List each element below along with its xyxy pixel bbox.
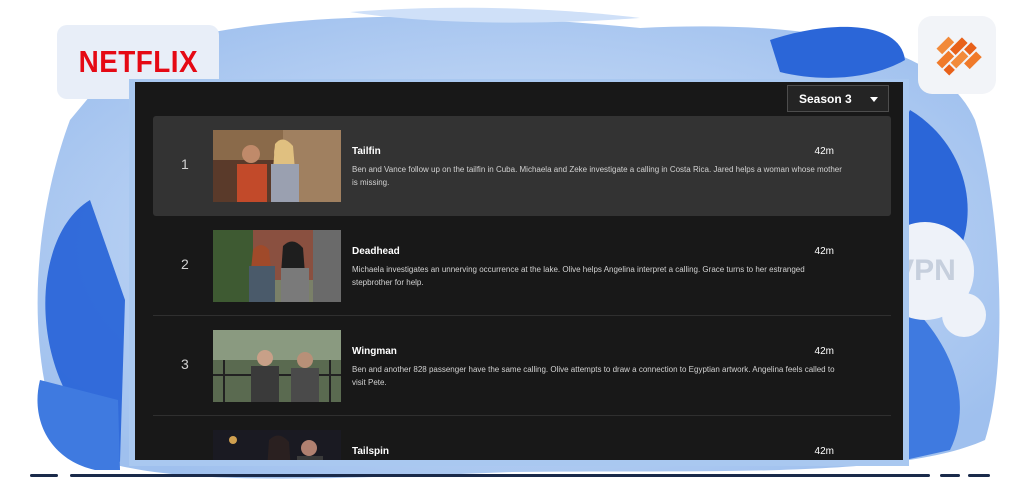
episode-row[interactable]: 1 Tailfin 42m Ben and Vance follow up on… [153, 116, 891, 216]
episode-row[interactable]: 2 Deadhead 42m Michaela investigates an … [153, 216, 891, 316]
episode-title: Tailspin [352, 446, 390, 457]
orange-tiles-icon [936, 36, 982, 76]
decor-line [70, 474, 930, 477]
netflix-logo: NETFLIX [78, 44, 198, 79]
brand-badge [918, 16, 996, 94]
episode-thumbnail[interactable] [213, 130, 341, 202]
episode-title: Deadhead [352, 246, 400, 257]
episode-title: Tailfin [352, 146, 381, 157]
episode-duration: 42m [814, 146, 834, 157]
episode-row[interactable]: 3 Wingman 42m Ben and another 828 passen… [153, 316, 891, 416]
episode-title: Wingman [352, 346, 397, 357]
episode-number: 3 [181, 356, 189, 372]
decor-line [968, 474, 990, 477]
episode-number: 2 [181, 256, 189, 272]
episode-description: Ben and another 828 passenger have the s… [352, 365, 835, 387]
episode-duration: 42m [814, 446, 834, 457]
episode-thumbnail[interactable] [213, 230, 341, 302]
episode-description: Ben and Vance follow up on the tailfin i… [352, 165, 842, 187]
episode-number: 1 [181, 156, 189, 172]
chevron-down-icon [870, 97, 878, 102]
episode-row[interactable]: 4 Tailspin 42m [153, 416, 891, 460]
episode-description: Michaela investigates an unnerving occur… [352, 265, 805, 287]
season-dropdown-label: Season 3 [799, 91, 852, 106]
episode-duration: 42m [814, 246, 834, 257]
episode-thumbnail[interactable] [213, 430, 341, 460]
vpn-decor-circle [942, 293, 986, 337]
episode-thumbnail[interactable] [213, 330, 341, 402]
season-dropdown[interactable]: Season 3 [787, 85, 889, 112]
decor-line [30, 474, 58, 477]
episode-list-panel: Season 3 1 Tailfin 42m Ben and Vance fol… [129, 79, 909, 466]
episode-duration: 42m [814, 346, 834, 357]
decor-line [940, 474, 960, 477]
